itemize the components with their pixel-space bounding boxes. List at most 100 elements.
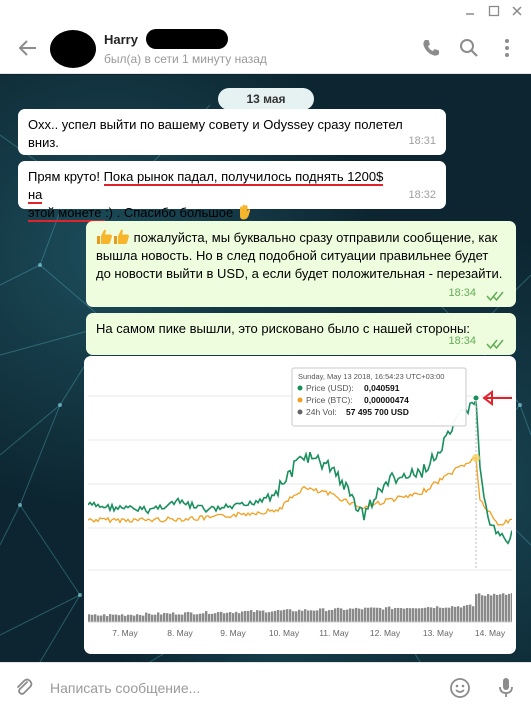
- volume-bar: [199, 613, 202, 622]
- volume-bar: [397, 607, 400, 622]
- volume-bar: [109, 614, 112, 622]
- contact-name[interactable]: Harry: [104, 32, 138, 47]
- volume-bar: [508, 593, 511, 622]
- volume-bar: [187, 611, 190, 622]
- volume-bar: [415, 608, 418, 622]
- volume-bar: [424, 607, 427, 622]
- volume-bar: [349, 608, 352, 622]
- close-icon[interactable]: [509, 3, 525, 19]
- double-check-icon: [486, 291, 504, 302]
- message-outgoing[interactable]: пожалуйста, мы буквально сразу отправили…: [86, 221, 516, 307]
- volume-bar: [142, 615, 145, 622]
- waving-hand-icon: [237, 204, 251, 220]
- volume-bar: [106, 616, 109, 622]
- volume-bar: [367, 607, 370, 622]
- volume-bar: [412, 608, 415, 622]
- volume-bar: [292, 611, 295, 622]
- volume-bar: [358, 608, 361, 622]
- microphone-icon[interactable]: [494, 676, 518, 700]
- x-tick-label: 9. May: [220, 628, 246, 638]
- thumbs-up-icon: [113, 228, 130, 245]
- maximize-icon[interactable]: [486, 3, 502, 19]
- volume-bar: [274, 610, 277, 622]
- search-icon[interactable]: [456, 35, 482, 61]
- message-text-part: пожалуйста, мы буквально сразу отправили…: [96, 230, 503, 281]
- volume-bar: [499, 594, 502, 622]
- volume-bar: [124, 615, 127, 622]
- volume-bar: [163, 612, 166, 622]
- volume-bar: [436, 606, 439, 622]
- volume-bar: [313, 610, 316, 622]
- message-input[interactable]: [50, 677, 420, 699]
- volume-bar: [394, 607, 397, 622]
- tooltip-btc-label: Price (BTC):: [306, 395, 353, 405]
- volume-bar: [94, 614, 97, 622]
- volume-bar: [319, 608, 322, 622]
- volume-bar: [100, 615, 103, 622]
- message-incoming[interactable]: Охх.. успел выйти по вашему совету и Ody…: [18, 109, 446, 155]
- volume-bar: [403, 608, 406, 622]
- emoji-icon[interactable]: [448, 676, 472, 700]
- message-time: 18:32: [408, 189, 436, 201]
- volume-bar: [373, 607, 376, 622]
- volume-bar: [496, 594, 499, 622]
- tooltip-vol-value: 57 495 700 USD: [346, 407, 409, 417]
- volume-bar: [121, 614, 124, 622]
- more-vertical-icon[interactable]: [494, 35, 520, 61]
- minimize-icon[interactable]: [462, 3, 478, 19]
- volume-bar: [280, 610, 283, 622]
- message-incoming[interactable]: Прям круто! Пока рынок падал, получилось…: [18, 161, 446, 222]
- volume-bar: [340, 608, 343, 622]
- volume-bar: [145, 612, 148, 622]
- volume-bar: [160, 614, 163, 622]
- message-text: пожалуйста, мы буквально сразу отправили…: [96, 228, 504, 283]
- volume-bar: [460, 607, 463, 622]
- volume-bar: [391, 609, 394, 622]
- volume-bar: [478, 593, 481, 622]
- volume-bar: [385, 607, 388, 622]
- volume-bar: [448, 607, 451, 622]
- volume-bar: [139, 615, 142, 622]
- volume-bar: [253, 611, 256, 622]
- volume-bar: [325, 611, 328, 622]
- volume-bar: [421, 608, 424, 622]
- x-tick-label: 11. May: [319, 628, 349, 638]
- volume-bar: [286, 609, 289, 622]
- tooltip-usd-label: Price (USD):: [306, 383, 354, 393]
- phone-icon[interactable]: [418, 35, 444, 61]
- volume-bar: [505, 594, 508, 622]
- volume-bar: [184, 612, 187, 622]
- volume-bar: [205, 611, 208, 622]
- volume-series: [88, 593, 512, 622]
- image-message-chart[interactable]: Sunday, May 13 2018, 16:54:23 UTC+03:00 …: [84, 356, 516, 654]
- volume-bar: [430, 607, 433, 622]
- volume-bar: [283, 609, 286, 622]
- volume-bar: [427, 607, 430, 622]
- volume-bar: [115, 614, 118, 622]
- volume-bar: [361, 609, 364, 622]
- back-arrow-icon[interactable]: [14, 34, 42, 62]
- message-text-part: Прям круто!: [28, 169, 104, 184]
- volume-bar: [310, 610, 313, 622]
- volume-bar: [277, 609, 280, 622]
- volume-bar: [484, 595, 487, 622]
- volume-bar: [250, 610, 253, 622]
- volume-bar: [337, 607, 340, 622]
- volume-bar: [103, 614, 106, 622]
- chart-tooltip: Sunday, May 13 2018, 16:54:23 UTC+03:00 …: [291, 367, 467, 427]
- x-tick-label: 10. May: [269, 628, 300, 638]
- avatar[interactable]: [50, 30, 96, 68]
- volume-bar: [133, 615, 136, 622]
- message-time: 18:31: [408, 135, 436, 147]
- thumbs-up-icon: [96, 228, 113, 245]
- double-check-icon: [486, 339, 504, 350]
- volume-bar: [217, 612, 220, 622]
- volume-bar: [172, 612, 175, 622]
- message-outgoing[interactable]: На самом пике вышли, это рисковано было …: [86, 313, 516, 355]
- attach-icon[interactable]: [12, 676, 36, 700]
- x-axis: 7. May 8. May 9. May 10. May 11. May 12. May 1…: [112, 628, 506, 638]
- volume-bar: [268, 612, 271, 622]
- x-tick-label: 13. May: [423, 628, 454, 638]
- volume-bar: [157, 612, 160, 622]
- volume-bar: [118, 615, 121, 622]
